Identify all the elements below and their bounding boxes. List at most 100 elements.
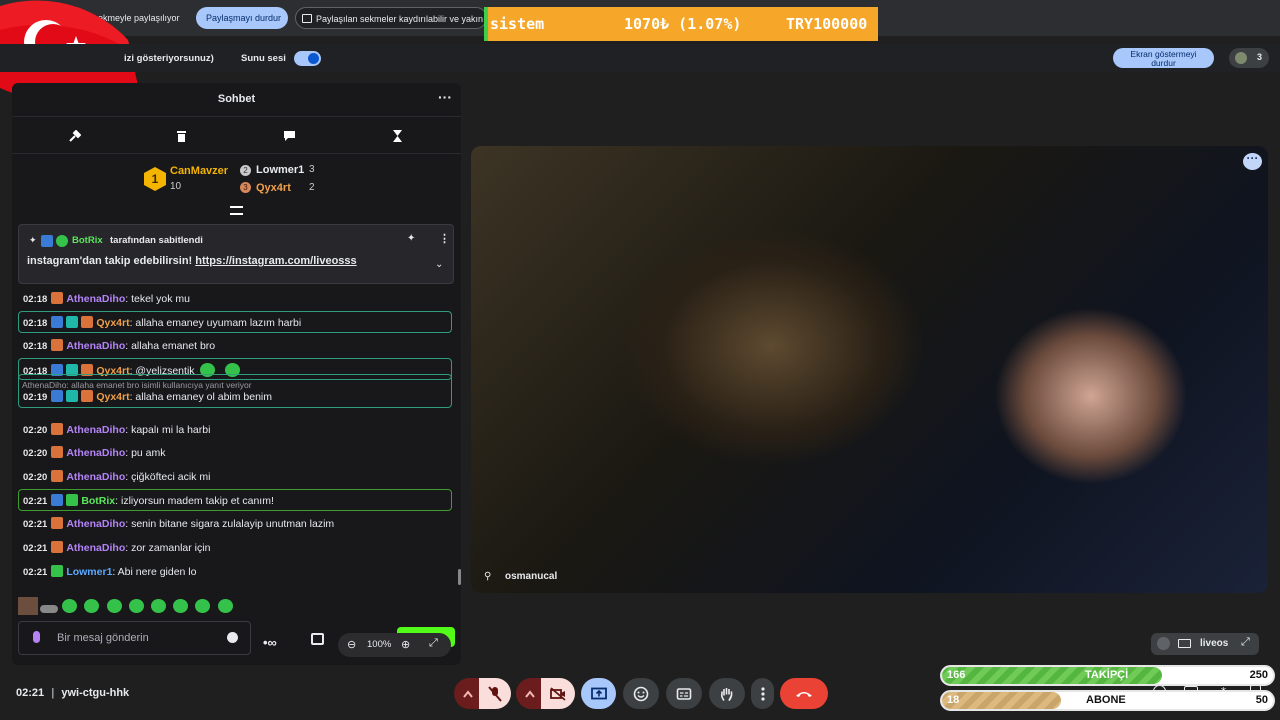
captions-button[interactable] <box>666 678 702 709</box>
stop-showing-button[interactable]: Ekran göstermeyi durdur <box>1113 48 1214 68</box>
speaker-icon <box>308 53 319 64</box>
microphone-icon[interactable] <box>33 631 40 643</box>
pinned-text: instagram'dan takip edebilirsin! https:/… <box>27 255 357 267</box>
stop-sharing-button[interactable]: Paylaşmayı durdur <box>196 7 288 29</box>
message-text: : zor zamanlar için <box>125 542 211 554</box>
ticker-value: 1070₺ (1.07%) <box>624 15 742 33</box>
chevron-up-icon <box>524 689 535 698</box>
leader-2-count: 3 <box>309 164 315 175</box>
message-time: 02:19 <box>23 392 48 403</box>
trash-icon[interactable] <box>176 130 187 143</box>
message-username[interactable]: AthenaDiho <box>66 471 125 483</box>
message-username[interactable]: Lowmer1 <box>66 566 112 578</box>
message-username[interactable]: AthenaDiho <box>66 542 125 554</box>
pinned-link[interactable]: https://instagram.com/liveosss <box>195 255 356 267</box>
message-text: : senin bitane sigara zulalayip unutman … <box>125 518 335 530</box>
leader-1-name[interactable]: CanMavzer <box>170 165 228 177</box>
chat-scrollbar[interactable] <box>458 569 461 585</box>
pinned-message: ✦ BotRix tarafından sabitlendi ✦ ⋮ insta… <box>18 224 454 284</box>
message-text: : allaha emaney ol abim benim <box>129 391 273 403</box>
expand-icon[interactable]: ⤢ <box>429 637 438 650</box>
leader-3-name[interactable]: Qyx4rt <box>256 182 291 194</box>
camera-options-button[interactable] <box>516 678 543 709</box>
message-time: 02:20 <box>23 448 48 459</box>
leader-1-count: 10 <box>170 181 182 192</box>
chat-input-placeholder: Bir mesaj gönderin <box>57 632 149 644</box>
followers-progress-fill <box>942 667 1162 684</box>
emoji-icon[interactable] <box>227 632 238 643</box>
hourglass-icon[interactable] <box>392 129 403 143</box>
emote-icon[interactable] <box>151 599 166 613</box>
raise-hand-button[interactable] <box>709 678 745 709</box>
message-time: 02:21 <box>23 496 48 507</box>
video-options-icon[interactable]: ··· <box>1243 152 1262 170</box>
more-options-button[interactable] <box>751 678 774 709</box>
message-username[interactable]: AthenaDiho <box>66 424 125 436</box>
rank-3-badge: 3 <box>240 182 251 193</box>
reactions-button[interactable] <box>623 678 659 709</box>
emote-icon[interactable] <box>173 599 188 613</box>
emote-icon[interactable] <box>218 599 233 613</box>
message-username[interactable]: AthenaDiho <box>66 518 125 530</box>
emote-icon[interactable] <box>107 599 122 613</box>
chevron-down-icon[interactable]: ⌄ <box>435 259 443 270</box>
presentation-audio-toggle[interactable] <box>294 51 321 66</box>
expand-icon[interactable]: ⤢ <box>1241 636 1250 649</box>
zoom-out-icon[interactable]: ⊖ <box>347 638 356 651</box>
user-badge-icon <box>81 316 94 328</box>
emote-icon[interactable] <box>195 599 210 613</box>
mic-toggle-button[interactable] <box>479 678 511 709</box>
chat-input[interactable]: Bir mesaj gönderin <box>18 621 251 655</box>
chevron-up-icon <box>462 689 473 698</box>
presenting-note: izi gösteriyorsunuz) <box>124 53 214 64</box>
store-icon[interactable] <box>311 633 324 645</box>
camera-off-icon <box>1178 639 1191 648</box>
kick-stickers-icon[interactable]: •∞ <box>263 635 277 650</box>
pinned-by-label: tarafından sabitlendi <box>110 235 203 246</box>
subs-label: ABONE <box>1086 694 1126 706</box>
chat-message: 02:21 BotRix: izliyorsun madem takip et c… <box>23 494 461 509</box>
message-username[interactable]: AthenaDiho <box>66 293 125 305</box>
present-button[interactable] <box>581 678 616 709</box>
shared-tabs-notice[interactable]: Paylaşılan sekmeler kaydırılabilir ve ya… <box>295 7 487 29</box>
message-username[interactable]: BotRix <box>81 495 115 507</box>
leave-call-button[interactable] <box>780 678 828 709</box>
hand-icon <box>720 687 733 701</box>
emote-icon[interactable] <box>84 599 99 613</box>
ticker-name: sistem <box>490 15 545 33</box>
emote-icon[interactable] <box>129 599 144 613</box>
user-badge-icon <box>66 494 79 506</box>
pin-participant-icon[interactable]: ⚲ <box>484 571 491 582</box>
message-username[interactable]: Qyx4rt <box>96 317 129 329</box>
participants-button[interactable]: 3 <box>1229 48 1269 68</box>
present-screen-icon <box>590 687 607 699</box>
tab-icon <box>302 14 312 23</box>
leader-2-name[interactable]: Lowmer1 <box>256 164 304 176</box>
collapse-icon[interactable] <box>230 206 243 215</box>
participant-video[interactable]: ··· ⚲ osmanucal <box>471 146 1268 593</box>
mic-options-button[interactable] <box>454 678 481 709</box>
leader-3-count: 2 <box>309 182 315 193</box>
zoom-in-icon[interactable]: ⊕ <box>401 638 410 651</box>
chat-bubble-icon[interactable] <box>283 130 296 142</box>
camera-toggle-button[interactable] <box>541 678 575 709</box>
unpin-icon[interactable]: ✦ <box>407 233 415 244</box>
emote-icon[interactable] <box>62 599 77 613</box>
message-text: : Abi nere giden lo <box>112 566 197 578</box>
hammer-icon[interactable] <box>68 130 81 143</box>
chat-menu-icon[interactable]: ··· <box>438 89 452 105</box>
pinned-menu-icon[interactable]: ⋮ <box>439 232 450 245</box>
message-username[interactable]: AthenaDiho <box>66 340 125 352</box>
message-username[interactable]: AthenaDiho <box>66 447 125 459</box>
emote-icon[interactable] <box>40 605 58 613</box>
user-badge-icon <box>51 565 64 577</box>
pinned-by-user[interactable]: BotRix <box>72 235 103 246</box>
emote-strip <box>18 597 448 615</box>
emote-face-icon[interactable] <box>18 597 38 615</box>
message-time: 02:21 <box>23 567 48 578</box>
mic-off-icon <box>488 685 502 702</box>
followers-target: 250 <box>1249 669 1268 681</box>
shared-tabs-text: Paylaşılan sekmeler kaydırılabilir ve ya… <box>316 14 486 24</box>
subs-goal-bar: 18 ABONE 50 <box>940 690 1275 711</box>
message-username[interactable]: Qyx4rt <box>96 391 129 403</box>
